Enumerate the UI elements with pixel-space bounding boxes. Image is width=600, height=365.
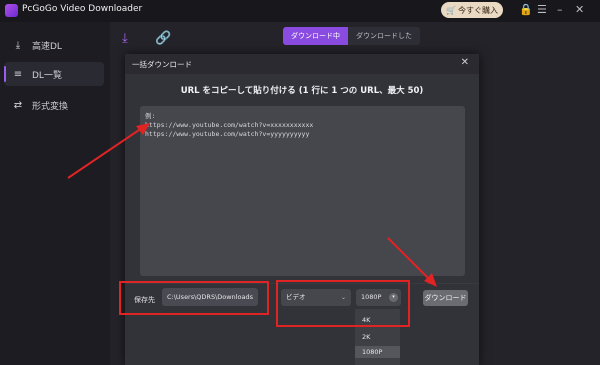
dialog-header: 一括ダウンロード ✕ — [125, 54, 479, 74]
download-tabs: ダウンロード中 ダウンロードした — [283, 27, 420, 45]
buy-now-label: 今すぐ購入 — [457, 5, 498, 15]
buy-now-button[interactable]: 🛒 今すぐ購入 — [441, 2, 503, 18]
download-icon: ⤓ — [15, 39, 21, 51]
app-logo — [5, 4, 18, 17]
sidebar-item-fast-dl[interactable]: ⤓ 高速DL — [4, 33, 104, 57]
lock-icon[interactable]: 🔒 — [519, 3, 533, 17]
dialog-heading: URL をコピーして貼り付ける (1 行に 1 つの URL、最大 50) — [180, 86, 424, 96]
title-bar: PcGoGo Video Downloader 🛒 今すぐ購入 🔒 ☰ – ✕ — [0, 0, 600, 22]
download-button[interactable]: ダウンロード — [423, 290, 468, 306]
tab-downloaded[interactable]: ダウンロードした — [348, 27, 420, 45]
menu-icon[interactable]: ☰ — [537, 3, 547, 17]
app-title: PcGoGo Video Downloader — [22, 4, 143, 14]
resolution-option-1080p[interactable]: 1080P — [355, 346, 400, 358]
resolution-option-2k[interactable]: 2K — [355, 331, 400, 343]
close-icon[interactable]: ✕ — [461, 57, 469, 68]
link-icon[interactable]: 🔗 — [155, 31, 171, 46]
sidebar-item-convert[interactable]: ⇄ 形式変換 — [4, 93, 104, 117]
sidebar: ⤓ 高速DL ≡ DL一覧 ⇄ 形式変換 — [0, 22, 110, 365]
sidebar-item-label: 形式変換 — [32, 101, 69, 112]
sidebar-item-dl-list[interactable]: ≡ DL一覧 — [4, 62, 104, 86]
convert-icon: ⇄ — [13, 99, 23, 111]
cart-icon: 🛒 — [446, 5, 456, 15]
annotation-box-format — [276, 280, 410, 327]
url-textarea[interactable]: 例: https://www.youtube.com/watch?v=xxxxx… — [140, 106, 465, 276]
dialog-title: 一括ダウンロード — [132, 60, 192, 69]
minimize-icon[interactable]: – — [557, 3, 563, 17]
tab-downloading[interactable]: ダウンロード中 — [283, 27, 348, 45]
annotation-box-save-path — [119, 281, 269, 315]
list-icon: ≡ — [13, 68, 23, 80]
sidebar-item-label: DL一覧 — [32, 70, 62, 81]
close-window-icon[interactable]: ✕ — [575, 3, 584, 17]
sidebar-item-label: 高速DL — [32, 41, 62, 52]
download-tray-icon[interactable]: ⤓ — [122, 31, 128, 46]
